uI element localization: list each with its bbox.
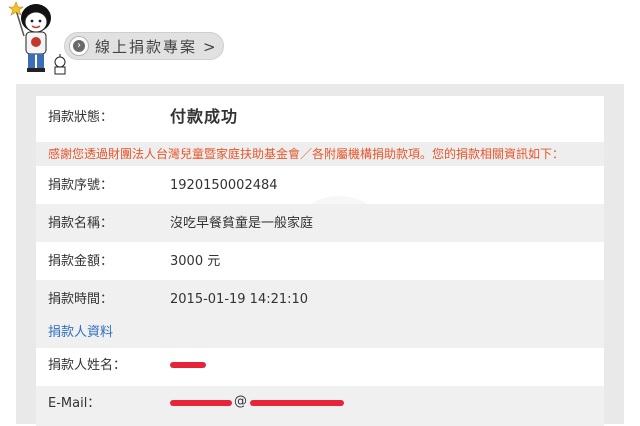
serial-label: 捐款序號： bbox=[48, 178, 114, 193]
time-value: 2015-01-19 14:21:10 bbox=[170, 292, 309, 307]
redacted-email-user bbox=[170, 400, 232, 406]
serial-value: 1920150002484 bbox=[170, 178, 278, 193]
redacted-email-domain bbox=[250, 400, 344, 406]
donor-section-row: 捐款人資料 bbox=[36, 318, 604, 348]
breadcrumb-arrow: > bbox=[203, 38, 216, 56]
mascot-illustration bbox=[8, 1, 66, 75]
amount-value: 3000 元 bbox=[170, 254, 221, 269]
project-label: 捐款名稱： bbox=[48, 216, 114, 231]
breadcrumb-label: 線上捐款專案 bbox=[95, 38, 198, 56]
notice-text: 感謝您透過財團法人台灣兒童暨家庭扶助基金會／各附屬機構捐助款項。您的捐款相關資訊… bbox=[48, 147, 565, 161]
donor-email-label: E-Mail： bbox=[48, 396, 101, 411]
receipt-card: 捐款狀態： 付款成功 感謝您透過財團法人台灣兒童暨家庭扶助基金會／各附屬機構捐助… bbox=[36, 96, 604, 426]
time-label: 捐款時間： bbox=[48, 292, 114, 307]
donor-email-row: E-Mail： @ bbox=[36, 386, 604, 426]
chevron-right-icon: › bbox=[69, 36, 89, 56]
redacted-name bbox=[170, 362, 206, 368]
breadcrumb[interactable]: › 線上捐款專案 > bbox=[64, 32, 224, 60]
time-row: 捐款時間： 2015-01-19 14:21:10 bbox=[36, 280, 604, 318]
status-row: 捐款狀態： 付款成功 bbox=[36, 96, 604, 138]
donor-section-title: 捐款人資料 bbox=[48, 325, 114, 340]
page-header: › 線上捐款專案 > bbox=[0, 0, 640, 84]
amount-label: 捐款金額： bbox=[48, 254, 114, 269]
project-value: 沒吃早餐貧童是一般家庭 bbox=[170, 216, 314, 231]
email-at-sign: @ bbox=[234, 394, 247, 409]
notice-row: 感謝您透過財團法人台灣兒童暨家庭扶助基金會／各附屬機構捐助款項。您的捐款相關資訊… bbox=[36, 142, 604, 166]
project-row: 捐款名稱： 沒吃早餐貧童是一般家庭 bbox=[36, 204, 604, 242]
status-label: 捐款狀態： bbox=[48, 110, 114, 125]
serial-row: 捐款序號： 1920150002484 bbox=[36, 166, 604, 204]
donor-name-label: 捐款人姓名： bbox=[48, 358, 127, 373]
amount-row: 捐款金額： 3000 元 bbox=[36, 242, 604, 280]
status-value: 付款成功 bbox=[170, 107, 239, 126]
donor-name-row: 捐款人姓名： bbox=[36, 348, 604, 386]
receipt-panel: 捐款狀態： 付款成功 感謝您透過財團法人台灣兒童暨家庭扶助基金會／各附屬機構捐助… bbox=[16, 84, 624, 426]
